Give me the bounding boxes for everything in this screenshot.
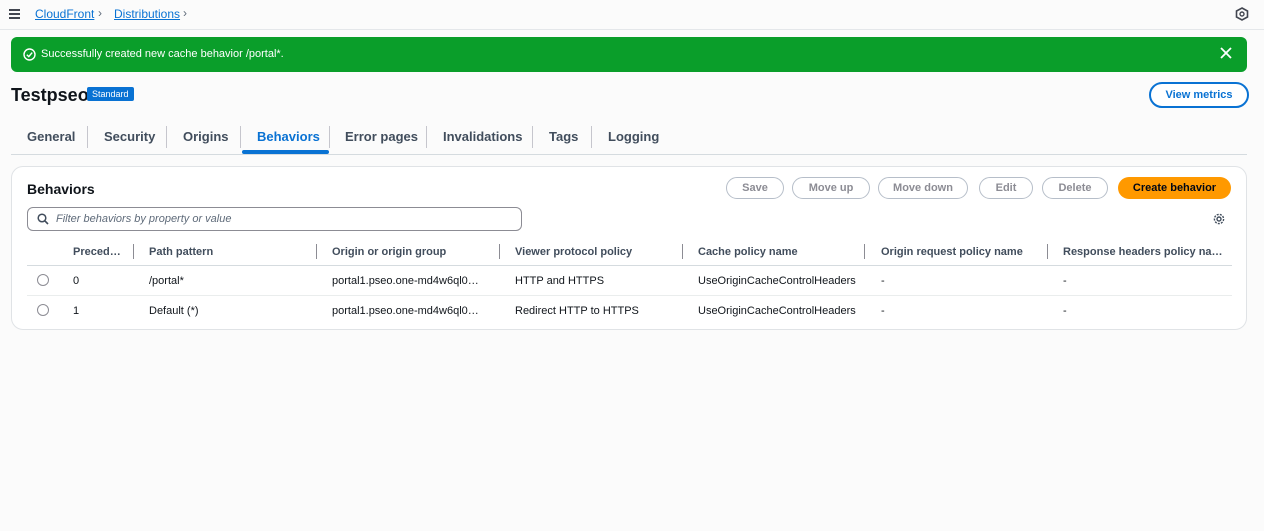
cell-path-pattern: Default (*): [149, 305, 199, 317]
tab-invalidations[interactable]: Invalidations: [443, 129, 522, 144]
create-behavior-button[interactable]: Create behavior: [1118, 177, 1231, 199]
cell-response-headers-policy: -: [1063, 275, 1067, 287]
cell-viewer-protocol: Redirect HTTP to HTTPS: [515, 305, 639, 317]
tab-divider: [591, 126, 592, 148]
column-resizer[interactable]: [316, 244, 317, 259]
column-precedence[interactable]: Preced…: [73, 246, 121, 258]
save-button[interactable]: Save: [726, 177, 784, 199]
search-icon: [37, 213, 49, 225]
cell-viewer-protocol: HTTP and HTTPS: [515, 275, 605, 287]
table-header: Preced… Path pattern Origin or origin gr…: [27, 241, 1232, 266]
tab-behaviors[interactable]: Behaviors: [257, 129, 320, 144]
flash-message: Successfully created new cache behavior …: [41, 48, 284, 60]
move-down-button[interactable]: Move down: [878, 177, 968, 199]
cell-precedence: 1: [73, 305, 80, 317]
tab-divider: [87, 126, 88, 148]
tab-logging[interactable]: Logging: [608, 129, 659, 144]
search-input[interactable]: [54, 209, 518, 229]
breadcrumb-distributions[interactable]: Distributions: [114, 7, 180, 21]
filter-behaviors-search: [27, 207, 522, 231]
column-response-headers-policy[interactable]: Response headers policy na…: [1063, 246, 1223, 258]
delete-button[interactable]: Delete: [1042, 177, 1108, 199]
column-viewer-protocol[interactable]: Viewer protocol policy: [515, 246, 632, 258]
tab-origins[interactable]: Origins: [183, 129, 229, 144]
cell-response-headers-policy: -: [1063, 305, 1067, 317]
column-path-pattern[interactable]: Path pattern: [149, 246, 213, 258]
tab-list: General Security Origins Behaviors Error…: [11, 120, 1247, 155]
active-tab-indicator: [242, 150, 329, 154]
menu-icon[interactable]: [9, 9, 20, 19]
row-select-radio[interactable]: [37, 274, 49, 286]
tab-error-pages[interactable]: Error pages: [345, 129, 418, 144]
cell-origin: portal1.pseo.one-md4w6ql0…: [332, 305, 479, 317]
notifications-icon[interactable]: [1235, 7, 1249, 21]
breadcrumb-cloudfront[interactable]: CloudFront: [35, 7, 94, 21]
page-title: Testpseo: [11, 85, 89, 105]
tab-divider: [240, 126, 241, 148]
top-navigation: CloudFront › Distributions ›: [0, 0, 1264, 30]
cell-cache-policy: UseOriginCacheControlHeaders: [698, 275, 856, 287]
column-resizer[interactable]: [864, 244, 865, 259]
column-resizer[interactable]: [1047, 244, 1048, 259]
tab-divider: [329, 126, 330, 148]
tab-divider: [532, 126, 533, 148]
cell-precedence: 0: [73, 275, 80, 287]
cell-cache-policy: UseOriginCacheControlHeaders: [698, 305, 856, 317]
edit-button[interactable]: Edit: [979, 177, 1033, 199]
tab-security[interactable]: Security: [104, 129, 155, 144]
column-origin-request-policy[interactable]: Origin request policy name: [881, 246, 1023, 258]
close-icon[interactable]: [1218, 45, 1234, 61]
view-metrics-button[interactable]: View metrics: [1149, 82, 1249, 108]
table-row[interactable]: 1 Default (*) portal1.pseo.one-md4w6ql0……: [27, 296, 1232, 325]
tab-divider: [166, 126, 167, 148]
tab-tags[interactable]: Tags: [549, 129, 578, 144]
move-up-button[interactable]: Move up: [792, 177, 870, 199]
row-select-radio[interactable]: [37, 304, 49, 316]
tab-divider: [426, 126, 427, 148]
column-resizer[interactable]: [133, 244, 134, 259]
cell-origin-request-policy: -: [881, 305, 885, 317]
column-origin[interactable]: Origin or origin group: [332, 246, 446, 258]
table-row[interactable]: 0 /portal* portal1.pseo.one-md4w6ql0… HT…: [27, 266, 1232, 296]
cell-origin-request-policy: -: [881, 275, 885, 287]
column-resizer[interactable]: [499, 244, 500, 259]
distribution-type-badge: Standard: [87, 87, 134, 101]
cell-path-pattern: /portal*: [149, 275, 184, 287]
success-flash: Successfully created new cache behavior …: [11, 37, 1247, 72]
column-resizer[interactable]: [682, 244, 683, 259]
cell-origin: portal1.pseo.one-md4w6ql0…: [332, 275, 479, 287]
behaviors-panel: Behaviors Save Move up Move down Edit De…: [11, 166, 1247, 330]
gear-icon[interactable]: [1212, 212, 1226, 226]
chevron-right-icon: ›: [98, 6, 102, 20]
tab-general[interactable]: General: [27, 129, 75, 144]
column-cache-policy[interactable]: Cache policy name: [698, 246, 798, 258]
chevron-right-icon: ›: [183, 6, 187, 20]
panel-title: Behaviors: [27, 181, 95, 197]
check-circle-icon: [23, 48, 36, 61]
